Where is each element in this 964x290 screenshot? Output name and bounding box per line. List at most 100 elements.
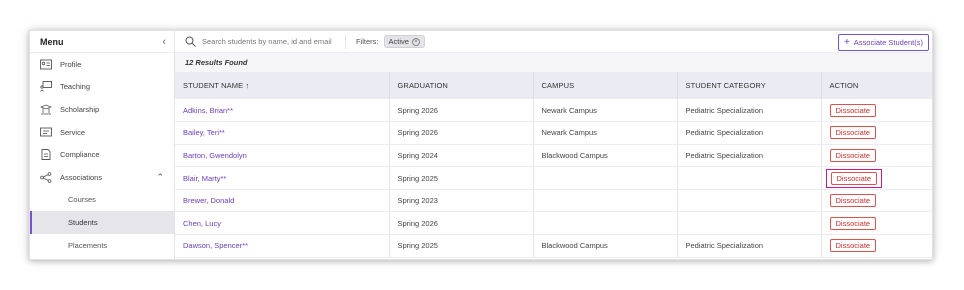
- campus-cell: Newark Campus: [533, 121, 678, 145]
- menu-header: Menu ‹: [30, 31, 174, 53]
- action-cell: Dissociate: [821, 144, 932, 168]
- filter-chip-label: Active: [388, 37, 409, 46]
- column-header-graduation[interactable]: GRADUATION: [389, 72, 534, 99]
- student-name-link[interactable]: Bailey, Teri**: [175, 121, 390, 145]
- table-row: Adkins, Brian** Spring 2026 Newark Campu…: [175, 99, 932, 123]
- sidebar-item-associations[interactable]: Associations ⌃: [30, 166, 174, 189]
- action-cell: Dissociate: [821, 99, 932, 123]
- student-name-link[interactable]: Brewer, Donald: [175, 189, 390, 213]
- sidebar-item-teaching[interactable]: Teaching: [30, 76, 174, 99]
- filters: Filters: Active ×: [345, 34, 425, 49]
- student-name-link[interactable]: Dawson, Spencer**: [175, 234, 390, 258]
- sidebar-subitem-students[interactable]: Students: [30, 211, 174, 234]
- search-icon: [185, 36, 196, 47]
- associations-icon: [39, 171, 53, 183]
- category-cell: Pediatric Specialization: [677, 144, 822, 168]
- graduation-cell: Spring 2026: [389, 211, 534, 236]
- sidebar-item-label: Teaching: [60, 82, 91, 92]
- action-cell: Dissociate: [821, 211, 932, 236]
- table-row: Dawson, Spencer** Spring 2025 Blackwood …: [175, 234, 932, 258]
- sidebar-item-service[interactable]: Service: [30, 121, 174, 144]
- menu-title: Menu: [40, 36, 64, 47]
- column-header-campus[interactable]: CAMPUS: [533, 72, 678, 99]
- student-name-link[interactable]: Chen, Lucy: [175, 211, 390, 236]
- filter-chip-active[interactable]: Active ×: [383, 35, 425, 48]
- profile-card-icon: [39, 58, 53, 70]
- remove-filter-icon[interactable]: ×: [411, 37, 420, 46]
- campus-cell: Blackwood Campus: [533, 234, 678, 258]
- student-name-link[interactable]: Adkins, Brian**: [175, 99, 390, 123]
- action-cell: Dissociate: [821, 121, 932, 145]
- sidebar-item-label: Service: [60, 127, 86, 137]
- chevron-up-icon[interactable]: ⌃: [156, 172, 164, 183]
- collapse-chevron-left-icon[interactable]: ‹: [162, 36, 166, 48]
- graduation-cell: Spring 2025: [389, 234, 534, 258]
- action-cell: Dissociate: [821, 234, 932, 258]
- action-cell: Dissociate: [821, 189, 932, 213]
- service-icon: [39, 126, 53, 138]
- table-row: Barton, Gwendolyn Spring 2024 Blackwood …: [175, 144, 932, 168]
- category-cell: Pediatric Specialization: [677, 99, 822, 123]
- sidebar-subitem-courses[interactable]: Courses: [30, 189, 174, 212]
- table-header-row: STUDENT NAME ↑ GRADUATION CAMPUS STUDENT…: [175, 72, 932, 99]
- column-header-student-category[interactable]: STUDENT CATEGORY: [677, 72, 822, 99]
- student-name-link[interactable]: Barton, Gwendolyn: [175, 144, 390, 168]
- filters-label: Filters:: [356, 37, 379, 46]
- search-box: [175, 36, 345, 47]
- action-cell: Dissociate: [821, 166, 932, 190]
- category-cell: [677, 189, 822, 213]
- table-row: Brewer, Donald Spring 2023 Dissociate: [175, 189, 932, 213]
- category-cell: Pediatric Specialization: [677, 121, 822, 145]
- category-cell: Pediatric Specialization: [677, 234, 822, 258]
- sidebar-item-label: Compliance: [60, 150, 100, 160]
- category-cell: [677, 166, 822, 190]
- main-content: Filters: Active × + Associate Student(s)…: [175, 31, 932, 259]
- graduation-cell: Spring 2025: [389, 166, 534, 190]
- campus-cell: [533, 166, 678, 190]
- students-table: STUDENT NAME ↑ GRADUATION CAMPUS STUDENT…: [175, 72, 932, 258]
- dissociate-button[interactable]: Dissociate: [829, 216, 877, 230]
- graduation-cell: Spring 2024: [389, 144, 534, 168]
- sidebar-item-label: Profile: [60, 59, 82, 69]
- table-row: Bailey, Teri** Spring 2026 Newark Campus…: [175, 121, 932, 145]
- app-window: Menu ‹ Profile Teaching Scholarship Serv…: [29, 30, 933, 260]
- dissociate-button[interactable]: Dissociate: [829, 239, 877, 253]
- campus-cell: [533, 211, 678, 236]
- sidebar-item-profile[interactable]: Profile: [30, 53, 174, 76]
- sidebar: Menu ‹ Profile Teaching Scholarship Serv…: [30, 31, 175, 259]
- associate-button-label: Associate Student(s): [853, 38, 923, 47]
- compliance-icon: [39, 149, 53, 161]
- sidebar-item-label: Scholarship: [60, 104, 100, 114]
- column-header-student-name[interactable]: STUDENT NAME ↑: [175, 72, 390, 99]
- dissociate-button[interactable]: Dissociate: [829, 103, 877, 117]
- highlight-box: Dissociate: [825, 168, 883, 188]
- dissociate-button[interactable]: Dissociate: [829, 194, 877, 208]
- dissociate-button[interactable]: Dissociate: [830, 171, 878, 185]
- sidebar-item-scholarship[interactable]: Scholarship: [30, 98, 174, 121]
- sidebar-item-label: Associations: [60, 172, 103, 182]
- teaching-icon: [39, 81, 53, 93]
- sidebar-subitem-placements[interactable]: Placements: [30, 234, 174, 257]
- dissociate-button[interactable]: Dissociate: [829, 126, 877, 140]
- campus-cell: [533, 189, 678, 213]
- sidebar-item-compliance[interactable]: Compliance: [30, 143, 174, 166]
- search-input[interactable]: [202, 37, 342, 46]
- campus-cell: Blackwood Campus: [533, 144, 678, 168]
- dissociate-button[interactable]: Dissociate: [829, 148, 877, 162]
- category-cell: [677, 211, 822, 236]
- toolbar: Filters: Active × + Associate Student(s): [175, 31, 932, 53]
- table-row: Blair, Marty** Spring 2025 Dissociate: [175, 166, 932, 190]
- sidebar-subitem-label: Students: [68, 217, 98, 227]
- graduation-cell: Spring 2026: [389, 121, 534, 145]
- graduation-cell: Spring 2023: [389, 189, 534, 213]
- sort-ascending-icon[interactable]: ↑: [245, 81, 249, 90]
- associate-students-button[interactable]: + Associate Student(s): [837, 34, 929, 51]
- student-name-link[interactable]: Blair, Marty**: [175, 166, 390, 190]
- results-count: 12 Results Found: [175, 53, 932, 72]
- plus-icon: +: [843, 37, 850, 48]
- graduation-cell: Spring 2026: [389, 99, 534, 123]
- scholarship-icon: [39, 103, 53, 115]
- table-row: Chen, Lucy Spring 2026 Dissociate: [175, 211, 932, 236]
- column-header-action: ACTION: [829, 81, 859, 90]
- sidebar-subitem-label: Courses: [68, 195, 96, 205]
